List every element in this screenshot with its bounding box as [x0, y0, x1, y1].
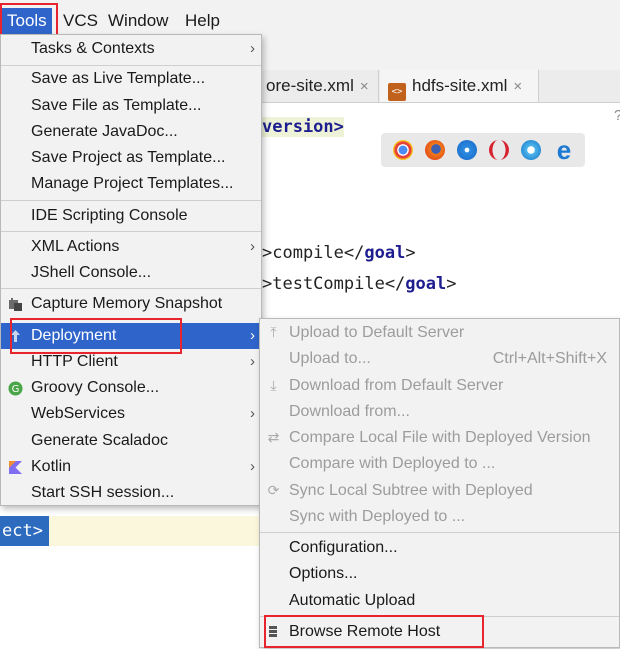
menu-item-xml-actions[interactable]: XML Actions › [1, 234, 261, 260]
browser-preview-toolbar: e [381, 133, 585, 167]
menu-item-manage-project-templates[interactable]: Manage Project Templates... [1, 171, 261, 197]
menu-item-compare-with-deployed[interactable]: Compare with Deployed to ... [260, 451, 619, 477]
menu-tools[interactable]: Tools [2, 8, 52, 34]
menu-item-save-project-template[interactable]: Save Project as Template... [1, 145, 261, 171]
menu-item-ide-scripting-console[interactable]: IDE Scripting Console [1, 203, 261, 229]
menu-item-compare-local-file[interactable]: ⇄ Compare Local File with Deployed Versio… [260, 425, 619, 451]
xml-file-icon: <> [388, 83, 406, 101]
shortcut-label: Ctrl+Alt+Shift+X [492, 350, 607, 367]
menu-item-options[interactable]: Options... [260, 561, 619, 587]
svg-text:G: G [12, 384, 20, 395]
menu-window[interactable]: Window [103, 8, 173, 34]
code-line-project-close: ect> [0, 516, 49, 546]
memory-snapshot-icon [9, 298, 22, 311]
opera-icon[interactable] [489, 140, 509, 160]
code-line-version: version> [262, 117, 344, 137]
menu-item-deployment[interactable]: Deployment › [1, 323, 261, 349]
chevron-right-icon: › [250, 458, 255, 475]
chevron-right-icon: › [250, 327, 255, 344]
menu-item-save-file-template[interactable]: Save File as Template... [1, 93, 261, 119]
menu-separator [260, 532, 619, 533]
chevron-right-icon: › [250, 40, 255, 57]
deployment-icon [11, 330, 20, 342]
server-list-icon [269, 626, 277, 637]
gutter-marker: ? [614, 107, 620, 124]
sync-icon: ⟳ [267, 482, 280, 498]
menu-separator [1, 231, 261, 232]
edge-icon[interactable]: e [553, 137, 575, 163]
menu-item-sync-local-subtree[interactable]: ⟳ Sync Local Subtree with Deployed [260, 478, 619, 504]
chevron-right-icon: › [250, 353, 255, 370]
menu-item-capture-memory-snapshot[interactable]: Capture Memory Snapshot [1, 291, 261, 317]
code-line-compile: >compile</goal> [262, 243, 416, 263]
menu-item-browse-remote-host[interactable]: Browse Remote Host [260, 619, 619, 645]
menu-item-tasks-contexts[interactable]: Tasks & Contexts › [1, 36, 261, 62]
chevron-right-icon: › [250, 238, 255, 255]
download-icon: ⤓ [270, 377, 277, 393]
menu-item-download-default-server[interactable]: ⤓ Download from Default Server [260, 373, 619, 399]
groovy-icon: G [8, 381, 23, 396]
close-icon[interactable]: × [513, 78, 522, 95]
menu-item-http-client[interactable]: HTTP Client › [1, 349, 261, 375]
menu-item-automatic-upload[interactable]: Automatic Upload [260, 588, 619, 614]
chevron-right-icon: › [250, 405, 255, 422]
tab-hdfs-site[interactable]: <> hdfs-site.xml × [380, 70, 539, 102]
menu-help[interactable]: Help [180, 8, 225, 34]
firefox-icon[interactable] [425, 140, 445, 160]
menu-item-upload-default-server[interactable]: ⤒ Upload to Default Server [260, 320, 619, 346]
menu-item-upload-to[interactable]: Upload to... Ctrl+Alt+Shift+X [260, 346, 619, 372]
tab-label: hdfs-site.xml [412, 76, 508, 95]
menu-separator [260, 616, 619, 617]
menu-item-webservices[interactable]: WebServices › [1, 401, 261, 427]
menu-item-kotlin[interactable]: Kotlin › [1, 454, 261, 480]
menu-item-generate-javadoc[interactable]: Generate JavaDoc... [1, 119, 261, 145]
menu-item-jshell-console[interactable]: JShell Console... [1, 260, 261, 286]
code-line-testcompile: >testCompile</goal> [262, 274, 457, 294]
menu-item-start-ssh-session[interactable]: Start SSH session... [1, 480, 261, 506]
safari-icon[interactable] [457, 140, 477, 160]
menu-item-sync-with-deployed[interactable]: Sync with Deployed to ... [260, 504, 619, 530]
menu-item-configuration[interactable]: Configuration... [260, 535, 619, 561]
menu-item-generate-scaladoc[interactable]: Generate Scaladoc [1, 428, 261, 454]
main-toolbar [262, 40, 620, 71]
deployment-submenu: ⤒ Upload to Default Server Upload to... Ct… [259, 318, 620, 648]
tab-core-site[interactable]: ore-site.xml × [262, 70, 379, 102]
menu-item-save-live-template[interactable]: Save as Live Template... [1, 66, 261, 92]
editor-tab-bar: ore-site.xml × <> hdfs-site.xml × [262, 70, 620, 103]
tools-menu: Tasks & Contexts › Save as Live Template.… [0, 34, 262, 506]
chrome-icon[interactable] [393, 140, 413, 160]
menu-separator [1, 288, 261, 289]
tab-label: ore-site.xml [266, 76, 354, 95]
compare-icon: ⇄ [267, 429, 280, 445]
menu-item-download-from[interactable]: Download from... [260, 399, 619, 425]
menu-item-groovy-console[interactable]: G Groovy Console... [1, 375, 261, 401]
ie-icon[interactable] [521, 140, 541, 160]
close-icon[interactable]: × [360, 78, 369, 95]
menu-separator [1, 200, 261, 201]
kotlin-icon [9, 461, 22, 474]
upload-icon: ⤒ [270, 324, 277, 340]
menu-vcs[interactable]: VCS [58, 8, 103, 34]
